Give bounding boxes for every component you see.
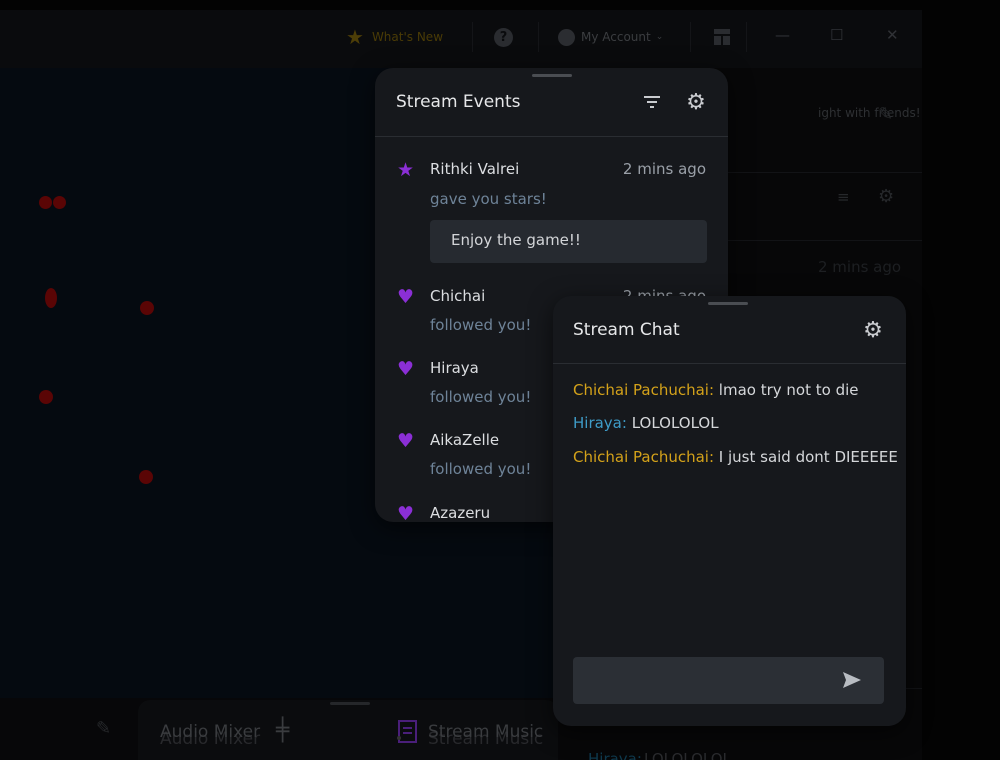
gear-icon: ⚙ [863, 317, 883, 343]
chevron-down-icon: ⌄ [655, 32, 664, 42]
chat-message: Hiraya: LOLOLOLOL [573, 414, 719, 432]
help-icon: ? [494, 27, 513, 47]
preview-dot [39, 196, 52, 209]
maximize-button[interactable]: ☐ [830, 26, 843, 44]
preview-dot [39, 390, 53, 404]
chat-username[interactable]: Hiraya: [573, 414, 627, 432]
events-title: Stream Events [396, 92, 521, 112]
layout-icon [714, 29, 730, 45]
avatar-icon [558, 28, 575, 46]
chat-text: lmao try not to die [714, 381, 859, 399]
event-message: Enjoy the game!! [430, 220, 707, 263]
bg-filter-icon[interactable]: ≡ [837, 188, 850, 206]
event-action: followed you! [430, 316, 532, 334]
close-button[interactable]: ✕ [886, 26, 899, 44]
chat-input[interactable] [573, 657, 884, 704]
chat-text: LOLOLOLOL [626, 414, 719, 432]
heart-icon: ♥ [397, 286, 415, 308]
my-account-menu[interactable]: My Account ⌄ [558, 26, 663, 48]
drag-handle[interactable] [330, 702, 370, 705]
star-icon: ★ [397, 159, 415, 181]
event-user: Azazeru [430, 504, 491, 522]
event-time: 2 mins ago [622, 160, 706, 178]
bg-settings-icon[interactable]: ⚙ [878, 186, 894, 207]
events-settings-button[interactable]: ⚙ [683, 89, 709, 115]
chat-username[interactable]: Chichai Pachuchai: [573, 448, 714, 466]
heart-icon: ♥ [397, 358, 415, 380]
event-action: gave you stars! [430, 190, 547, 208]
my-account-label: My Account [581, 30, 651, 44]
chat-text: I just said dont DIEEEEE [714, 448, 898, 466]
preview-dot [53, 196, 66, 209]
preview-dot [139, 470, 153, 484]
filter-button[interactable] [641, 92, 663, 112]
title-bar: ★ What's New ? My Account ⌄ — ☐ ✕ [0, 10, 922, 68]
star-icon: ★ [346, 25, 364, 49]
mixer-sliders-icon: ╪ [276, 718, 290, 743]
bg-event-time: 2 mins ago [818, 258, 902, 276]
stream-chat-popup: Stream Chat ⚙ Chichai Pachuchai: lmao tr… [553, 296, 906, 726]
layout-button[interactable] [713, 26, 731, 48]
event-user: Rithki Valrei [430, 160, 520, 178]
event-user: Chichai [430, 287, 486, 305]
edit-stream-info-icon[interactable]: ✎ [878, 104, 893, 125]
divider [690, 22, 691, 52]
divider [553, 363, 906, 364]
heart-icon: ♥ [397, 503, 415, 522]
stream-music-icon [397, 720, 417, 743]
filter-icon [644, 96, 660, 108]
gear-icon: ⚙ [686, 89, 706, 115]
drag-handle[interactable] [532, 74, 572, 77]
chat-settings-button[interactable]: ⚙ [860, 317, 886, 343]
drag-handle[interactable] [708, 302, 748, 305]
event-user: AikaZelle [430, 431, 500, 449]
divider [538, 22, 539, 52]
bg-chat-text: LOLOLOLOL [644, 750, 731, 760]
event-user: Hiraya [430, 359, 479, 377]
divider [375, 136, 728, 137]
audio-mixer-tab[interactable]: Audio Mixer [160, 722, 260, 742]
stream-title: ight with friends! [818, 106, 921, 120]
chat-title: Stream Chat [573, 320, 680, 340]
stream-music-tab[interactable]: Stream Music [428, 722, 543, 742]
divider [746, 22, 747, 52]
whats-new-button[interactable]: ★ What's New [346, 25, 444, 49]
divider [472, 22, 473, 52]
chat-username[interactable]: Chichai Pachuchai: [573, 381, 714, 399]
event-action: followed you! [430, 388, 532, 406]
chat-message: Chichai Pachuchai: lmao try not to die [573, 381, 859, 399]
heart-icon: ♥ [397, 430, 415, 452]
event-action: followed you! [430, 460, 532, 478]
preview-dot [45, 288, 57, 308]
bottom-dock: ✎ Audio Mixer Audio Mixer ╪ Stream Music… [0, 698, 560, 760]
preview-dot [140, 301, 154, 315]
help-button[interactable]: ? [494, 26, 513, 48]
edit-icon[interactable]: ✎ [96, 718, 111, 739]
whats-new-label: What's New [371, 30, 444, 44]
bg-chat-user: Hiraya: [588, 750, 642, 760]
send-icon[interactable] [841, 669, 863, 691]
chat-message: Chichai Pachuchai: I just said dont DIEE… [573, 448, 898, 466]
minimize-button[interactable]: — [775, 26, 790, 44]
